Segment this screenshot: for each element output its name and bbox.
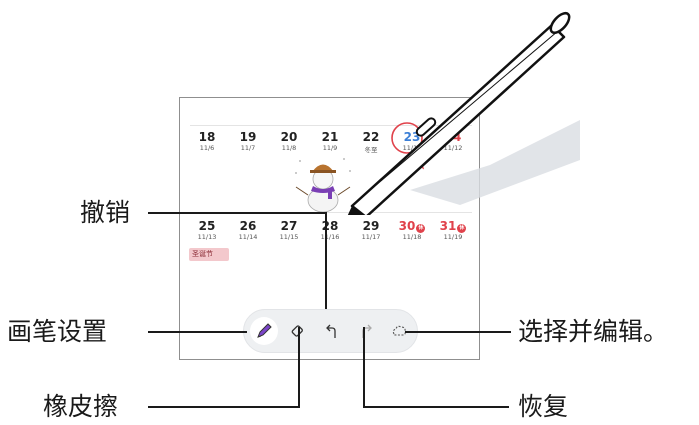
day-number: 18 bbox=[198, 130, 216, 144]
lunar-date: 11/14 bbox=[238, 233, 258, 241]
redo-button[interactable] bbox=[352, 317, 380, 345]
lunar-date: 11/19 bbox=[443, 233, 463, 241]
pen-settings-callout-line bbox=[148, 331, 247, 333]
calendar-day-25[interactable]: 25 11/13 bbox=[190, 219, 224, 241]
undo-callout-line bbox=[325, 212, 327, 309]
day-number: 26 bbox=[239, 219, 257, 233]
pen-settings-callout-label: 画笔设置 bbox=[7, 317, 108, 346]
redo-callout-line bbox=[363, 406, 509, 408]
calendar-day-30[interactable]: 30 休 11/18 bbox=[395, 219, 429, 241]
calendar-day-18[interactable]: 18 11/6 bbox=[190, 130, 224, 152]
eraser-callout-line bbox=[298, 327, 300, 407]
calendar-day-20[interactable]: 20 11/8 bbox=[272, 130, 306, 152]
day-number: 27 bbox=[280, 219, 298, 233]
lunar-date: 11/6 bbox=[199, 144, 215, 152]
eraser-callout-line bbox=[148, 406, 300, 408]
calendar-day-27[interactable]: 27 11/15 bbox=[272, 219, 306, 241]
lunar-date: 11/17 bbox=[361, 233, 381, 241]
event-chip[interactable]: 圣诞节 bbox=[189, 248, 229, 261]
holiday-badge: 休 bbox=[416, 224, 426, 233]
day-number: 29 bbox=[362, 219, 380, 233]
lunar-date: 11/18 bbox=[402, 233, 422, 241]
pen-toolbar bbox=[243, 309, 418, 353]
pen-settings-button[interactable] bbox=[250, 317, 278, 345]
day-number-text: 31 bbox=[439, 219, 457, 233]
undo-button[interactable] bbox=[318, 317, 346, 345]
redo-callout-line bbox=[363, 327, 365, 407]
calendar-day-29[interactable]: 29 11/17 bbox=[354, 219, 388, 241]
undo-callout-line bbox=[148, 212, 326, 214]
undo-icon bbox=[326, 324, 336, 338]
eraser-callout-label: 橡皮擦 bbox=[43, 392, 119, 421]
s-pen-icon bbox=[347, 11, 580, 215]
lunar-date: 11/16 bbox=[320, 233, 340, 241]
calendar-day-19[interactable]: 19 11/7 bbox=[231, 130, 265, 152]
pen-icon bbox=[257, 323, 272, 338]
calendar-week-2: 25 11/13 26 11/14 27 11/15 28 11/16 29 1… bbox=[190, 219, 479, 249]
lunar-date: 11/15 bbox=[279, 233, 299, 241]
day-number: 25 bbox=[198, 219, 216, 233]
calendar-day-26[interactable]: 26 11/14 bbox=[231, 219, 265, 241]
day-number: 31 休 bbox=[436, 219, 470, 233]
calendar-day-31[interactable]: 31 休 11/19 bbox=[436, 219, 470, 241]
calendar-day-28[interactable]: 28 11/16 bbox=[313, 219, 347, 241]
day-number-text: 30 bbox=[398, 219, 416, 233]
holiday-badge: 休 bbox=[457, 224, 467, 233]
lunar-date: 11/7 bbox=[240, 144, 256, 152]
redo-icon bbox=[362, 324, 372, 338]
day-number: 19 bbox=[239, 130, 257, 144]
undo-callout-label: 撤销 bbox=[80, 198, 131, 227]
lunar-date: 11/13 bbox=[197, 233, 217, 241]
day-number: 30 休 bbox=[395, 219, 429, 233]
lunar-date: 11/8 bbox=[281, 144, 297, 152]
day-number: 20 bbox=[280, 130, 298, 144]
day-number: 28 bbox=[321, 219, 339, 233]
select-edit-callout-line bbox=[405, 331, 511, 333]
select-edit-callout-label: 选择并编辑。 bbox=[518, 317, 669, 346]
redo-callout-label: 恢复 bbox=[518, 392, 569, 421]
